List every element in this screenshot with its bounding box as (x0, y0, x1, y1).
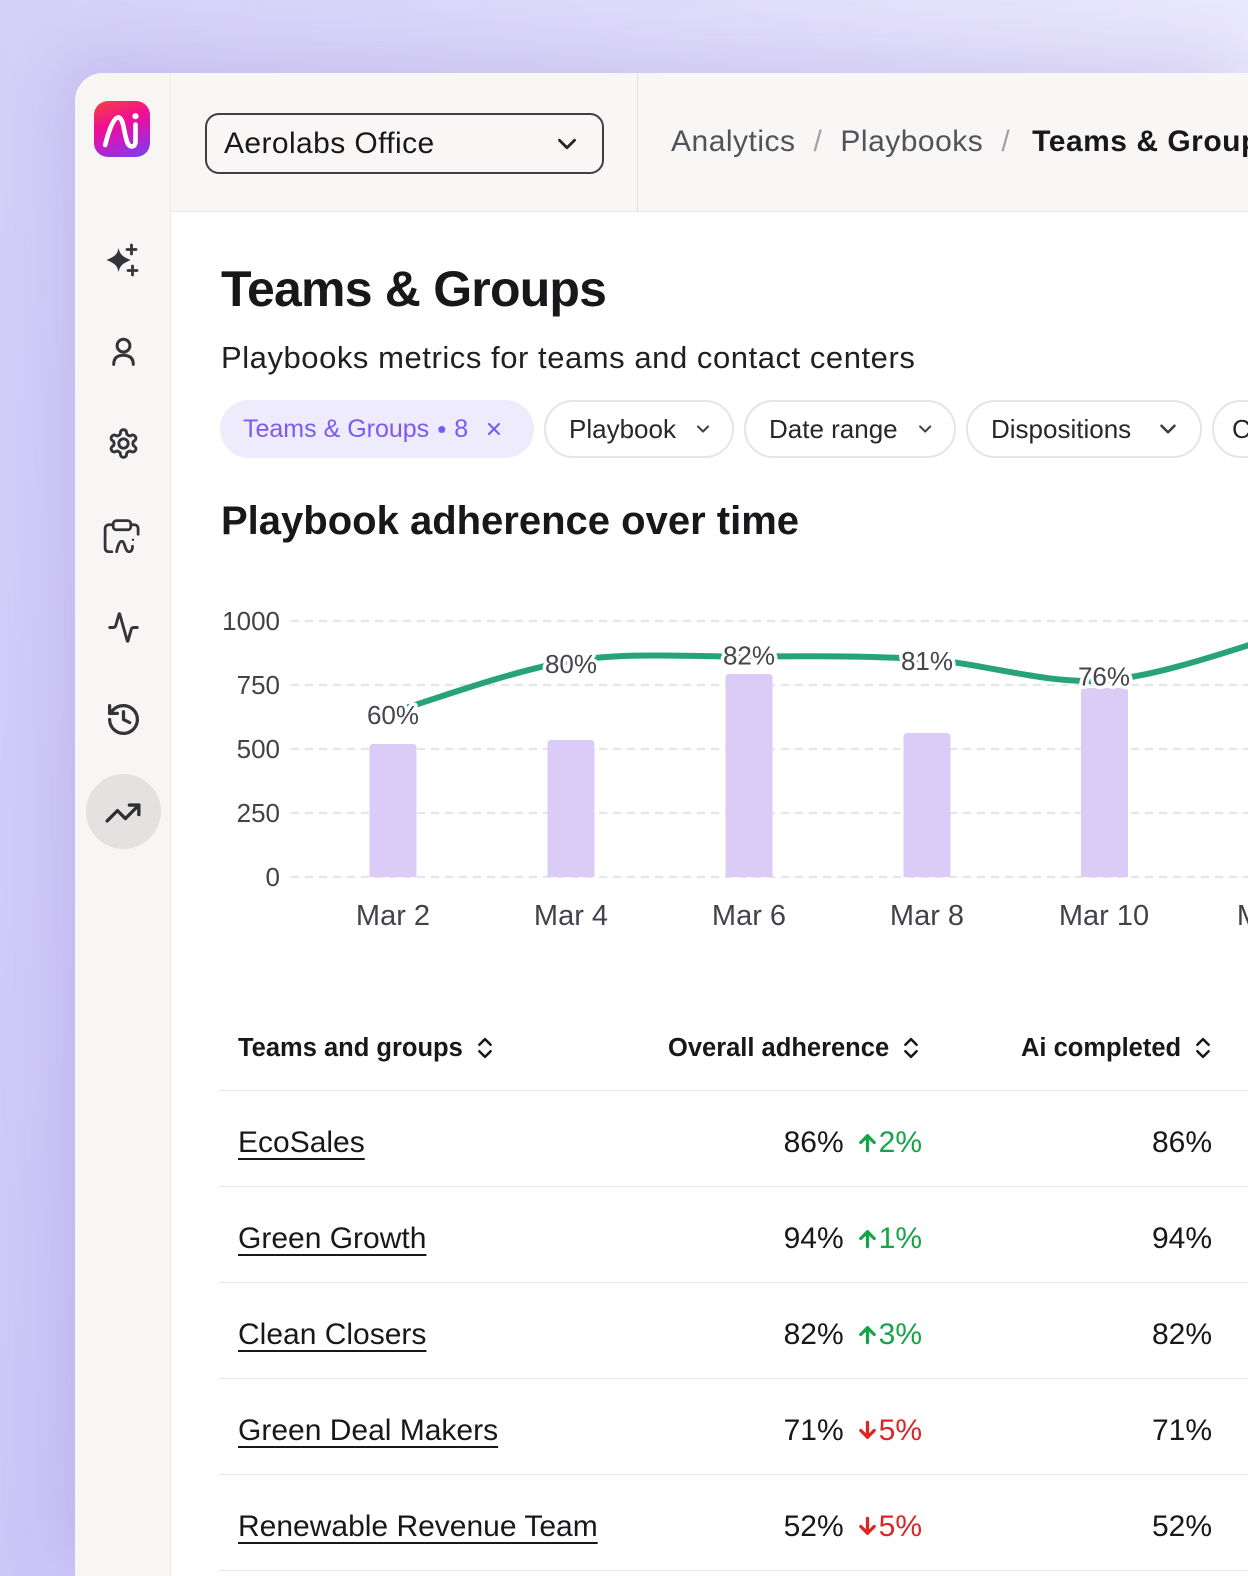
svg-text:Mar 8: Mar 8 (890, 900, 964, 932)
svg-text:1000: 1000 (222, 606, 280, 636)
svg-text:Mar 4: Mar 4 (534, 900, 608, 932)
svg-text:80%: 80% (545, 649, 597, 679)
svg-text:0: 0 (266, 862, 280, 892)
svg-text:750: 750 (237, 670, 280, 700)
svg-text:76%: 76% (1078, 662, 1130, 692)
svg-text:250: 250 (237, 798, 280, 828)
svg-text:60%: 60% (367, 700, 419, 730)
svg-text:Mar 12: Mar 12 (1237, 900, 1248, 932)
svg-text:Mar 10: Mar 10 (1059, 900, 1149, 932)
svg-text:Mar 6: Mar 6 (712, 900, 786, 932)
svg-text:500: 500 (237, 734, 280, 764)
svg-text:Mar 2: Mar 2 (356, 900, 430, 932)
svg-text:82%: 82% (723, 641, 775, 671)
svg-text:81%: 81% (901, 646, 953, 676)
